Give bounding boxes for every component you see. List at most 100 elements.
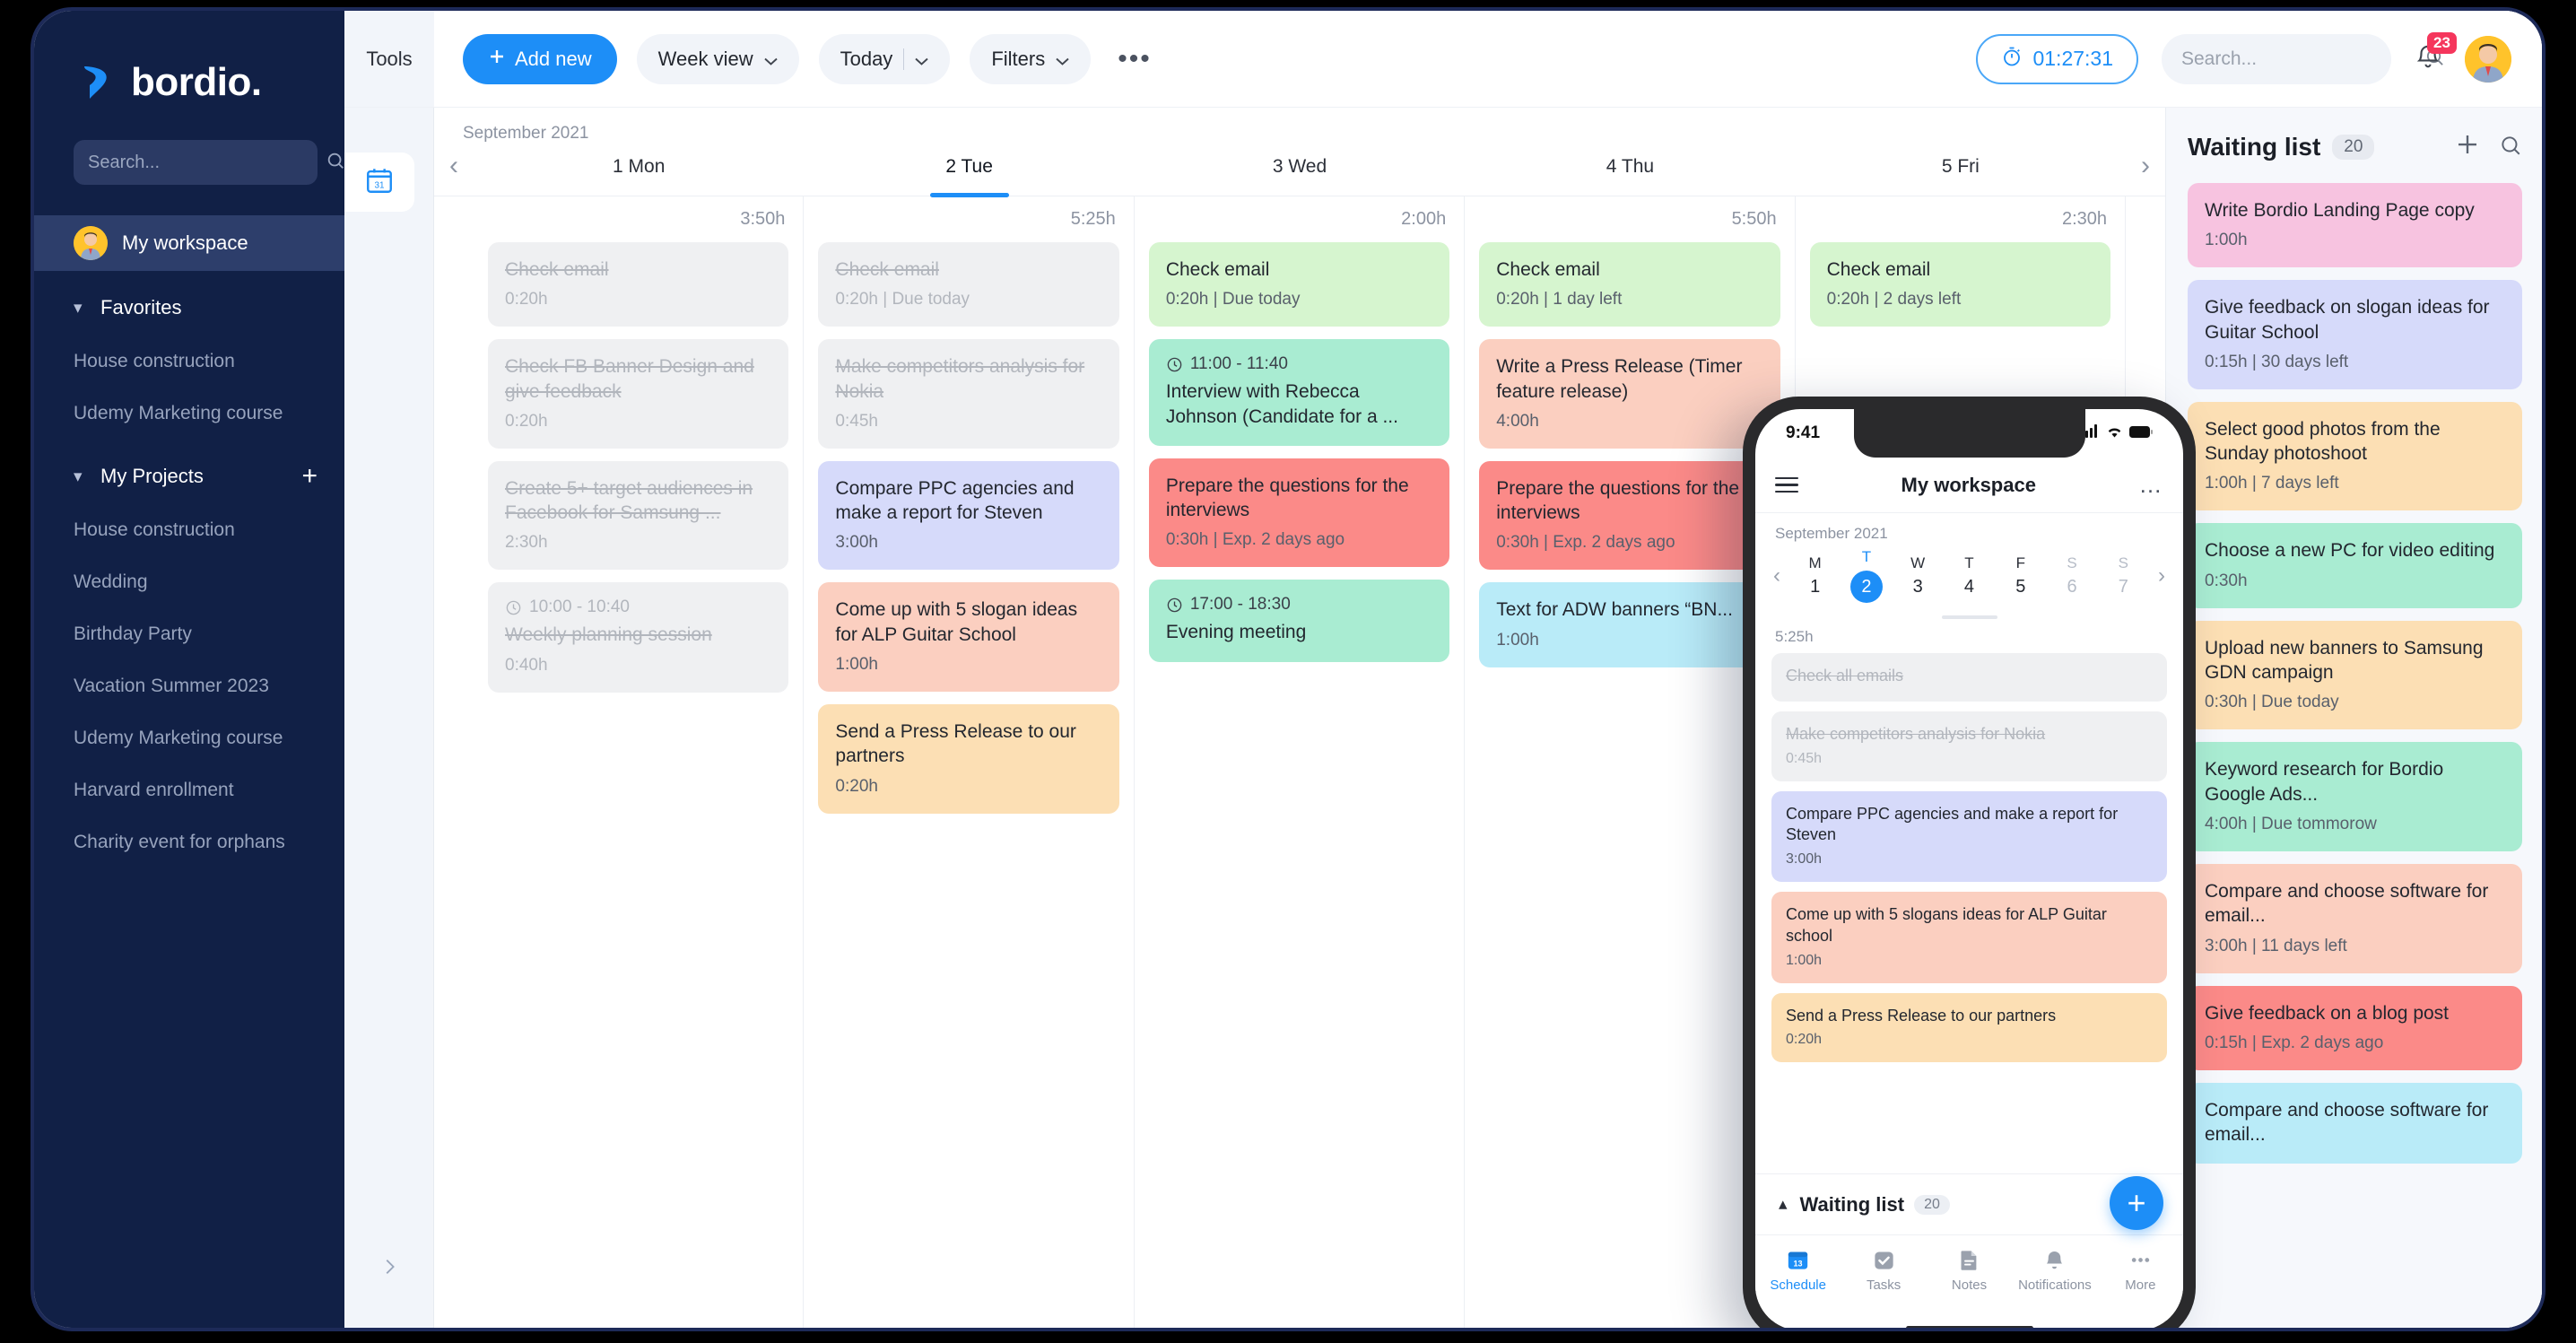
timer-button[interactable]: 01:27:31 <box>1976 33 2138 84</box>
task-time: 10:00 - 10:40 <box>505 597 771 617</box>
day-header-4-thu[interactable]: 4 Thu <box>1465 149 1795 196</box>
phone-more-icon[interactable]: … <box>2139 471 2164 499</box>
phone-task-card[interactable]: Come up with 5 slogans ideas for ALP Gui… <box>1771 892 2167 983</box>
tab-notes[interactable]: Notes <box>1927 1246 2012 1293</box>
task-card[interactable]: Prepare the questions for the interviews… <box>1148 458 1450 568</box>
sidebar-item-favorite[interactable]: Udemy Marketing course <box>34 388 344 440</box>
sidebar-item-project[interactable]: Harvard enrollment <box>34 764 344 816</box>
toolbar: Tools Add new Week view Today Filters ••… <box>344 11 2542 108</box>
menu-icon[interactable] <box>1775 476 1798 493</box>
brand-logo[interactable]: bordio. <box>34 41 344 108</box>
phone-day-cell[interactable]: F5 <box>1995 554 2046 597</box>
phone-day-cell[interactable]: M1 <box>1789 554 1841 597</box>
task-card[interactable]: Check email 0:20h | Due today <box>818 242 1119 327</box>
phone-topbar: My workspace … <box>1755 458 2183 513</box>
waiting-list-card[interactable]: Give feedback on a blog post 0:15h | Exp.… <box>2188 985 2522 1070</box>
phone-add-button[interactable]: + <box>2110 1176 2163 1230</box>
task-meta: 0:15h | Exp. 2 days ago <box>2205 1033 2384 1052</box>
waiting-list-card[interactable]: Compare and choose software for email... <box>2188 1082 2522 1164</box>
tab-schedule[interactable]: 13 Schedule <box>1755 1246 1841 1293</box>
tab-more[interactable]: More <box>2098 1246 2183 1293</box>
day-header-3-wed[interactable]: 3 Wed <box>1135 149 1465 196</box>
task-card[interactable]: Write a Press Release (Timer feature rel… <box>1479 339 1780 449</box>
next-week-button[interactable]: › <box>2126 149 2165 196</box>
avatar <box>74 226 108 260</box>
day-header-1-mon[interactable]: 1 Mon <box>474 149 804 196</box>
task-card[interactable]: Check FB Banner Design and give feedback… <box>488 339 789 449</box>
sidebar-item-project[interactable]: Wedding <box>34 556 344 608</box>
add-project-button[interactable]: + <box>301 463 318 490</box>
waiting-list-card[interactable]: Choose a new PC for video editing 0:30h <box>2188 523 2522 608</box>
more-options-icon[interactable]: ••• <box>1110 44 1159 74</box>
phone-day-cell[interactable]: W3 <box>1893 554 1944 597</box>
waiting-list-add-button[interactable] <box>2454 131 2481 163</box>
task-card[interactable]: Check email 0:20h <box>488 242 789 327</box>
task-card[interactable]: Compare PPC agencies and make a report f… <box>818 460 1119 571</box>
prev-week-button[interactable]: ‹ <box>434 149 474 196</box>
phone-task-card[interactable]: Send a Press Release to our partners 0:20… <box>1771 992 2167 1063</box>
waiting-list-search-icon[interactable] <box>2499 134 2522 161</box>
phone-task-card[interactable]: Make competitors analysis for Nokia 0:45h <box>1771 711 2167 781</box>
sidebar-item-project[interactable]: House construction <box>34 504 344 556</box>
view-select[interactable]: Week view <box>636 33 799 84</box>
task-title: Make competitors analysis for Nokia <box>1786 724 2046 743</box>
phone-day-cell[interactable]: T2 <box>1841 548 1892 603</box>
task-card[interactable]: Check email 0:20h | 2 days left <box>1809 242 2111 327</box>
bordio-logo-icon <box>77 62 118 103</box>
phone-task-card[interactable]: Check all emails <box>1771 653 2167 702</box>
tab-notifications[interactable]: Notifications <box>2012 1246 2097 1293</box>
sidebar-item-my-workspace[interactable]: My workspace <box>34 215 344 271</box>
waiting-list-card[interactable]: Compare and choose software for email...… <box>2188 863 2522 973</box>
day-header-2-tue[interactable]: 2 Tue <box>804 149 1134 196</box>
sidebar-item-project[interactable]: Udemy Marketing course <box>34 712 344 764</box>
calendar-header: September 2021 ‹ 1 Mon 2 Tue 3 Wed 4 Thu… <box>434 108 2165 196</box>
task-card[interactable]: Make competitors analysis for Nokia 0:45h <box>818 339 1119 449</box>
day-header-5-fri[interactable]: 5 Fri <box>1796 149 2126 196</box>
search-input[interactable] <box>2181 48 2424 70</box>
phone-next-week-button[interactable]: › <box>2149 563 2174 589</box>
task-card[interactable]: Prepare the questions for the interviews… <box>1479 460 1780 571</box>
sidebar-group-favorites[interactable]: ▾ Favorites <box>34 280 344 336</box>
notifications-button[interactable]: 23 <box>2415 32 2457 74</box>
task-card[interactable]: Come up with 5 slogan ideas for ALP Guit… <box>818 582 1119 693</box>
task-card[interactable]: Check email 0:20h | Due today <box>1148 242 1450 327</box>
sidebar-search-input[interactable] <box>88 152 326 173</box>
waiting-list-card[interactable]: Write Bordio Landing Page copy 1:00h <box>2188 183 2522 268</box>
sidebar-item-project[interactable]: Charity event for orphans <box>34 816 344 868</box>
main-area: Tools Add new Week view Today Filters ••… <box>337 11 2542 1328</box>
top-search[interactable] <box>2162 33 2443 84</box>
add-new-button[interactable]: Add new <box>463 33 617 84</box>
sidebar-item-favorite[interactable]: House construction <box>34 336 344 388</box>
task-card[interactable]: Text for ADW banners “BN... 1:00h <box>1479 582 1780 667</box>
waiting-list-card[interactable]: Upload new banners to Samsung GDN campai… <box>2188 620 2522 730</box>
waiting-list-card[interactable]: Keyword research for Bordio Google Ads..… <box>2188 742 2522 851</box>
task-card[interactable]: 10:00 - 10:40 Weekly planning session 0:40… <box>488 582 789 693</box>
task-card[interactable]: 17:00 - 18:30 Evening meeting <box>1148 580 1450 662</box>
user-avatar[interactable] <box>2465 35 2511 83</box>
filters-label: Filters <box>991 47 1046 70</box>
task-title: Weekly planning session <box>505 624 712 646</box>
task-card[interactable]: Check email 0:20h | 1 day left <box>1479 242 1780 327</box>
rail-tab-calendar[interactable]: 31 <box>337 153 414 212</box>
waiting-list-card[interactable]: Give feedback on slogan ideas for Guitar… <box>2188 280 2522 389</box>
sidebar-group-projects[interactable]: ▾ My Projects + <box>34 449 344 504</box>
collapse-panel-button[interactable] <box>344 1255 433 1283</box>
phone-task-card[interactable]: Compare PPC agencies and make a report f… <box>1771 790 2167 882</box>
phone-tabbar: 13 Schedule Tasks Notes Notifications Mo… <box>1755 1234 2183 1321</box>
today-button[interactable]: Today <box>818 33 951 84</box>
task-card[interactable]: Send a Press Release to our partners 0:20… <box>818 704 1119 814</box>
phone-prev-week-button[interactable]: ‹ <box>1764 563 1789 589</box>
phone-day-cell[interactable]: T4 <box>1944 554 1995 597</box>
sidebar-item-project[interactable]: Vacation Summer 2023 <box>34 660 344 712</box>
sidebar-search[interactable] <box>74 140 344 185</box>
phone-day-cell[interactable]: S6 <box>2046 554 2097 597</box>
tab-tasks[interactable]: Tasks <box>1841 1246 1926 1293</box>
waiting-list-card[interactable]: Select good photos from the Sunday photo… <box>2188 401 2522 511</box>
task-card[interactable]: Create 5+ target audiences in Facebook f… <box>488 460 789 571</box>
phone-day-number: 7 <box>2118 576 2128 597</box>
filters-button[interactable]: Filters <box>970 33 1092 84</box>
task-card[interactable]: 11:00 - 11:40 Interview with Rebecca John… <box>1148 339 1450 446</box>
phone-day-cell[interactable]: S7 <box>2098 554 2149 597</box>
sidebar-item-project[interactable]: Birthday Party <box>34 608 344 660</box>
sidebar-item-label: House construction <box>74 519 235 540</box>
